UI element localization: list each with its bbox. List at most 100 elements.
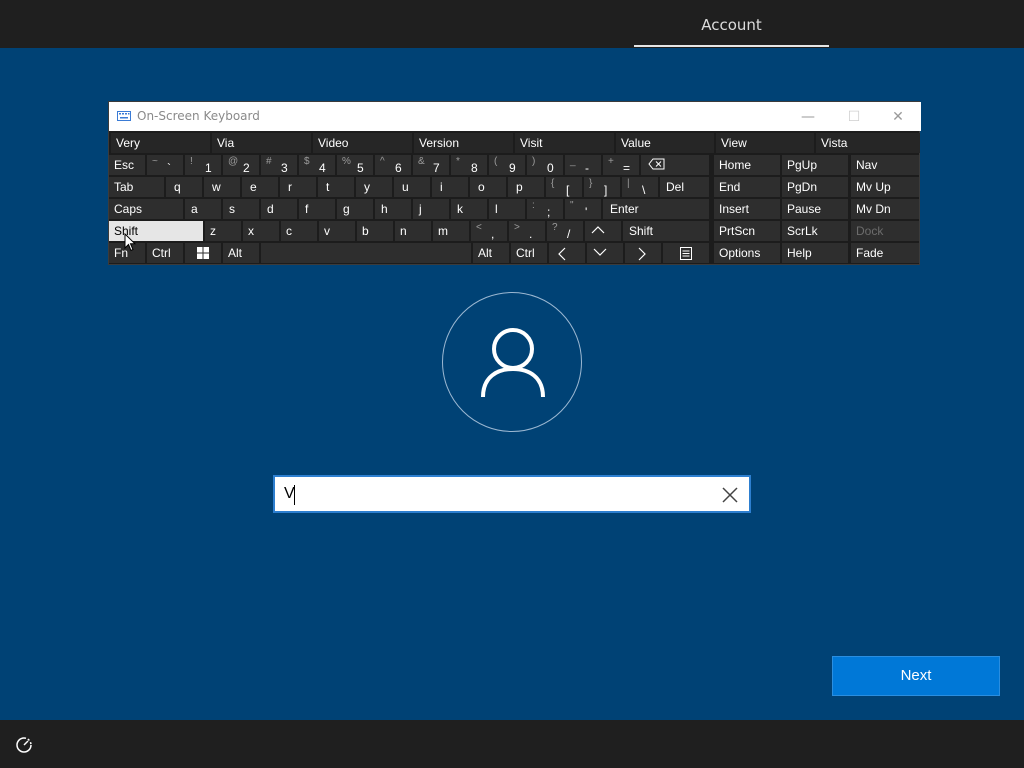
top-bar: Account bbox=[0, 0, 1024, 48]
key-arrow-left[interactable] bbox=[549, 243, 585, 263]
key-fade[interactable]: Fade bbox=[851, 243, 919, 263]
key-caps[interactable]: Caps bbox=[109, 199, 183, 219]
key-7[interactable]: & 7 bbox=[413, 155, 449, 175]
key-equals[interactable]: + = bbox=[603, 155, 639, 175]
key-x[interactable]: x bbox=[243, 221, 279, 241]
key-backslash[interactable]: | \ bbox=[622, 177, 658, 197]
key-open-bracket[interactable]: {[ bbox=[546, 177, 582, 197]
key-u[interactable]: u bbox=[394, 177, 430, 197]
key-a[interactable]: a bbox=[185, 199, 221, 219]
key-del[interactable]: Del bbox=[660, 177, 709, 197]
key-e[interactable]: e bbox=[242, 177, 278, 197]
key-k[interactable]: k bbox=[451, 199, 487, 219]
key-pgup[interactable]: PgUp bbox=[782, 155, 848, 175]
key-arrow-down[interactable] bbox=[587, 243, 623, 263]
next-button[interactable]: Next bbox=[832, 656, 1000, 696]
minimize-button[interactable]: — bbox=[785, 102, 831, 131]
key-3[interactable]: #3 bbox=[261, 155, 297, 175]
key-y[interactable]: y bbox=[356, 177, 392, 197]
key-ctrl-left[interactable]: Ctrl bbox=[147, 243, 183, 263]
key-i[interactable]: i bbox=[432, 177, 468, 197]
key-6[interactable]: ^ 6 bbox=[375, 155, 411, 175]
key-mv-up[interactable]: Mv Up bbox=[851, 177, 919, 197]
prediction-very[interactable]: Very bbox=[111, 133, 210, 153]
key-options[interactable]: Options bbox=[714, 243, 780, 263]
key-alt-left[interactable]: Alt bbox=[223, 243, 259, 263]
key-minus[interactable]: _ - bbox=[565, 155, 601, 175]
key-nav[interactable]: Nav bbox=[851, 155, 919, 175]
key-c[interactable]: c bbox=[281, 221, 317, 241]
key-enter[interactable]: Enter bbox=[603, 199, 709, 219]
key-v[interactable]: v bbox=[319, 221, 355, 241]
key-pause[interactable]: Pause bbox=[782, 199, 848, 219]
key-h[interactable]: h bbox=[375, 199, 411, 219]
key-prtscn[interactable]: PrtScn bbox=[714, 221, 780, 241]
on-screen-keyboard: On-Screen Keyboard — ☐ ✕ Very Via Video … bbox=[108, 101, 921, 265]
key-n[interactable]: n bbox=[395, 221, 431, 241]
key-j[interactable]: j bbox=[413, 199, 449, 219]
key-5[interactable]: % 5 bbox=[337, 155, 373, 175]
key-insert[interactable]: Insert bbox=[714, 199, 780, 219]
prediction-value[interactable]: Value bbox=[616, 133, 714, 153]
prediction-vista[interactable]: Vista bbox=[816, 133, 920, 153]
key-b[interactable]: b bbox=[357, 221, 393, 241]
key-r[interactable]: r bbox=[280, 177, 316, 197]
key-f[interactable]: f bbox=[299, 199, 335, 219]
key-p[interactable]: p bbox=[508, 177, 544, 197]
key-scrlk[interactable]: ScrLk bbox=[782, 221, 848, 241]
key-help[interactable]: Help bbox=[782, 243, 848, 263]
maximize-button[interactable]: ☐ bbox=[831, 102, 877, 131]
key-t[interactable]: t bbox=[318, 177, 354, 197]
key-slash[interactable]: ? / bbox=[547, 221, 583, 241]
key-space[interactable] bbox=[261, 243, 471, 263]
key-z[interactable]: z bbox=[205, 221, 241, 241]
clear-icon[interactable] bbox=[719, 484, 741, 506]
key-windows[interactable] bbox=[185, 243, 221, 263]
key-0[interactable]: ) 0 bbox=[527, 155, 563, 175]
tab-account[interactable]: Account bbox=[634, 0, 829, 48]
key-esc[interactable]: Esc bbox=[109, 155, 145, 175]
key-o[interactable]: o bbox=[470, 177, 506, 197]
key-d[interactable]: d bbox=[261, 199, 297, 219]
key-ctrl-right[interactable]: Ctrl bbox=[511, 243, 547, 263]
key-1[interactable]: ! 1 bbox=[185, 155, 221, 175]
key-mv-dn[interactable]: Mv Dn bbox=[851, 199, 919, 219]
key-4[interactable]: $4 bbox=[299, 155, 335, 175]
key-s[interactable]: s bbox=[223, 199, 259, 219]
key-8[interactable]: * 8 bbox=[451, 155, 487, 175]
key-q[interactable]: q bbox=[166, 177, 202, 197]
key-tab[interactable]: Tab bbox=[109, 177, 164, 197]
key-home[interactable]: Home bbox=[714, 155, 780, 175]
key-arrow-right[interactable] bbox=[625, 243, 661, 263]
prediction-visit[interactable]: Visit bbox=[515, 133, 614, 153]
prediction-version[interactable]: Version bbox=[414, 133, 513, 153]
key-quote[interactable]: " ' bbox=[565, 199, 601, 219]
key-backtick[interactable]: ~ ` bbox=[147, 155, 183, 175]
prediction-via[interactable]: Via bbox=[212, 133, 311, 153]
close-button[interactable]: ✕ bbox=[875, 102, 921, 131]
username-input[interactable]: V bbox=[273, 475, 751, 513]
key-shift-right[interactable]: Shift bbox=[623, 221, 709, 241]
key-2[interactable]: @2 bbox=[223, 155, 259, 175]
key-alt-right[interactable]: Alt bbox=[473, 243, 509, 263]
key-w[interactable]: w bbox=[204, 177, 240, 197]
key-pgdn[interactable]: PgDn bbox=[782, 177, 848, 197]
key-g[interactable]: g bbox=[337, 199, 373, 219]
key-m[interactable]: m bbox=[433, 221, 469, 241]
key-end[interactable]: End bbox=[714, 177, 780, 197]
key-dock[interactable]: Dock bbox=[851, 221, 919, 241]
arrow-down-icon bbox=[593, 248, 607, 256]
prediction-view[interactable]: View bbox=[716, 133, 814, 153]
ease-of-access-icon[interactable] bbox=[14, 735, 34, 755]
key-menu[interactable] bbox=[663, 243, 709, 263]
key-l[interactable]: l bbox=[489, 199, 525, 219]
prediction-video[interactable]: Video bbox=[313, 133, 412, 153]
key-9[interactable]: (9 bbox=[489, 155, 525, 175]
key-close-bracket[interactable]: }] bbox=[584, 177, 620, 197]
key-comma[interactable]: <, bbox=[471, 221, 507, 241]
key-semicolon[interactable]: :; bbox=[527, 199, 563, 219]
key-backspace[interactable] bbox=[641, 155, 709, 175]
osk-title-bar[interactable]: On-Screen Keyboard — ☐ ✕ bbox=[109, 102, 921, 131]
key-period[interactable]: >. bbox=[509, 221, 545, 241]
key-arrow-up[interactable] bbox=[585, 221, 621, 241]
